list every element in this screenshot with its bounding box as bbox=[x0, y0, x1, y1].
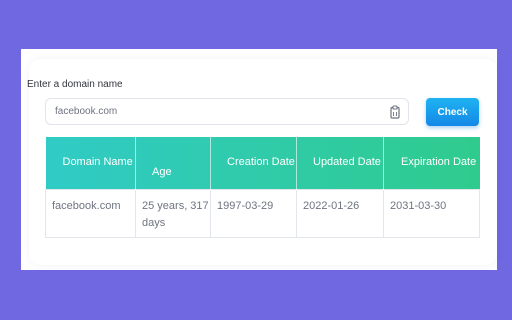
header-creation-date: Creation Date bbox=[210, 137, 297, 189]
cell-creation-date: 1997-03-29 bbox=[210, 188, 297, 238]
cell-domain-name: facebook.com bbox=[45, 188, 136, 238]
table-row: facebook.com 25 years, 317 days 1997-03-… bbox=[45, 188, 480, 238]
cell-age: 25 years, 317 days bbox=[135, 188, 211, 238]
clipboard-icon[interactable] bbox=[389, 105, 401, 119]
domain-input-label: Enter a domain name bbox=[27, 79, 123, 90]
header-domain-name: Domain Name bbox=[45, 137, 136, 189]
header-expiration-date: Expiration Date bbox=[401, 156, 477, 169]
results-table: Domain Name Age Creation Date Updated Da… bbox=[45, 137, 480, 238]
table-header-row: Domain Name Age Creation Date Updated Da… bbox=[45, 137, 480, 189]
domain-input-value[interactable]: facebook.com bbox=[55, 106, 117, 117]
header-age: Age bbox=[135, 137, 211, 189]
header-updated-date: Updated Date bbox=[296, 137, 384, 189]
domain-input[interactable]: facebook.com bbox=[45, 98, 409, 125]
cell-expiration-date: 2031-03-30 bbox=[383, 188, 480, 238]
check-button[interactable]: Check bbox=[426, 98, 479, 126]
cell-updated-date: 2022-01-26 bbox=[296, 188, 384, 238]
